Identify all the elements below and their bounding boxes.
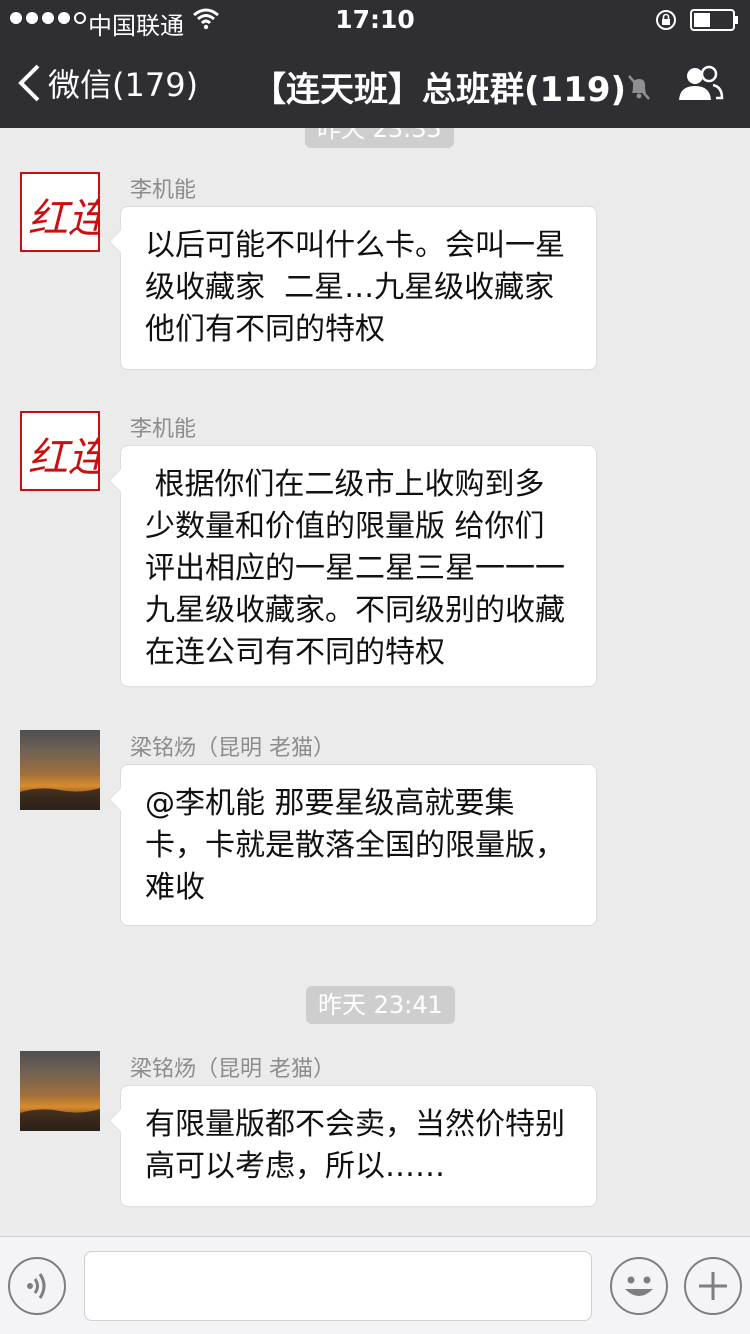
avatar[interactable] — [20, 1051, 100, 1131]
message-bubble[interactable]: 根据你们在二级市上收购到多少数量和价值的限量版 给你们评出相应的一星二星三星一一… — [120, 445, 597, 687]
rotation-lock-icon — [656, 10, 676, 30]
message-bubble[interactable]: 以后可能不叫什么卡。会叫一星级收藏家 二星…九星级收藏家 他们有不同的特权 — [120, 206, 597, 370]
status-time: 17:10 — [335, 5, 415, 34]
back-label: 微信(179) — [48, 66, 199, 104]
emoji-button[interactable] — [610, 1257, 668, 1315]
timestamp-partial-wrap: 昨天 23:35 — [0, 128, 750, 150]
back-arrow-icon — [18, 64, 40, 102]
chat-input-bar — [0, 1236, 750, 1334]
message-bubble[interactable]: @李机能 那要星级高就要集卡，卡就是散落全国的限量版，难收 — [120, 764, 597, 926]
sunset-photo-avatar-icon — [20, 788, 100, 810]
back-button[interactable]: 微信(179) — [16, 60, 198, 106]
status-bar: 中国联通 17:10 — [0, 0, 750, 40]
red-calligraphy-avatar-icon: 红连天 — [28, 196, 98, 242]
timestamp-pill: 昨天 23:41 — [306, 986, 455, 1024]
message-input[interactable] — [84, 1251, 592, 1321]
message-bubble[interactable]: 有限量版都不会卖，当然价特别高可以考虑，所以…… — [120, 1085, 597, 1207]
red-calligraphy-avatar-icon: 红连天 — [28, 435, 98, 481]
chat-title: 【连天班】总班群(119) — [252, 70, 627, 110]
more-options-button[interactable] — [684, 1257, 742, 1315]
svg-text:红连天: 红连天 — [28, 196, 98, 242]
plus-icon — [699, 1272, 727, 1300]
sunset-photo-avatar-icon — [20, 1109, 100, 1131]
timestamp-pill: 昨天 23:35 — [305, 128, 454, 148]
group-info-icon[interactable] — [676, 64, 724, 104]
voice-toggle-button[interactable] — [8, 1257, 66, 1315]
svg-text:红连天: 红连天 — [28, 435, 98, 481]
battery-icon — [690, 9, 738, 31]
avatar[interactable]: 红连天 — [20, 172, 100, 252]
muted-bell-icon — [628, 75, 650, 100]
sender-name: 李机能 — [130, 178, 197, 203]
sender-name: 梁铭炀（昆明 老猫） — [130, 736, 335, 761]
sender-name: 李机能 — [130, 417, 197, 442]
sender-name: 梁铭炀（昆明 老猫） — [130, 1057, 335, 1082]
avatar[interactable]: 红连天 — [20, 411, 100, 491]
voice-icon — [27, 1273, 46, 1299]
smiley-icon — [625, 1276, 653, 1296]
navigation-bar: 微信(179) 【连天班】总班群(119) — [0, 40, 750, 128]
top-bar: 中国联通 17:10 微信(179) 【连天班】总班群(119) — [0, 0, 750, 128]
avatar[interactable] — [20, 730, 100, 810]
